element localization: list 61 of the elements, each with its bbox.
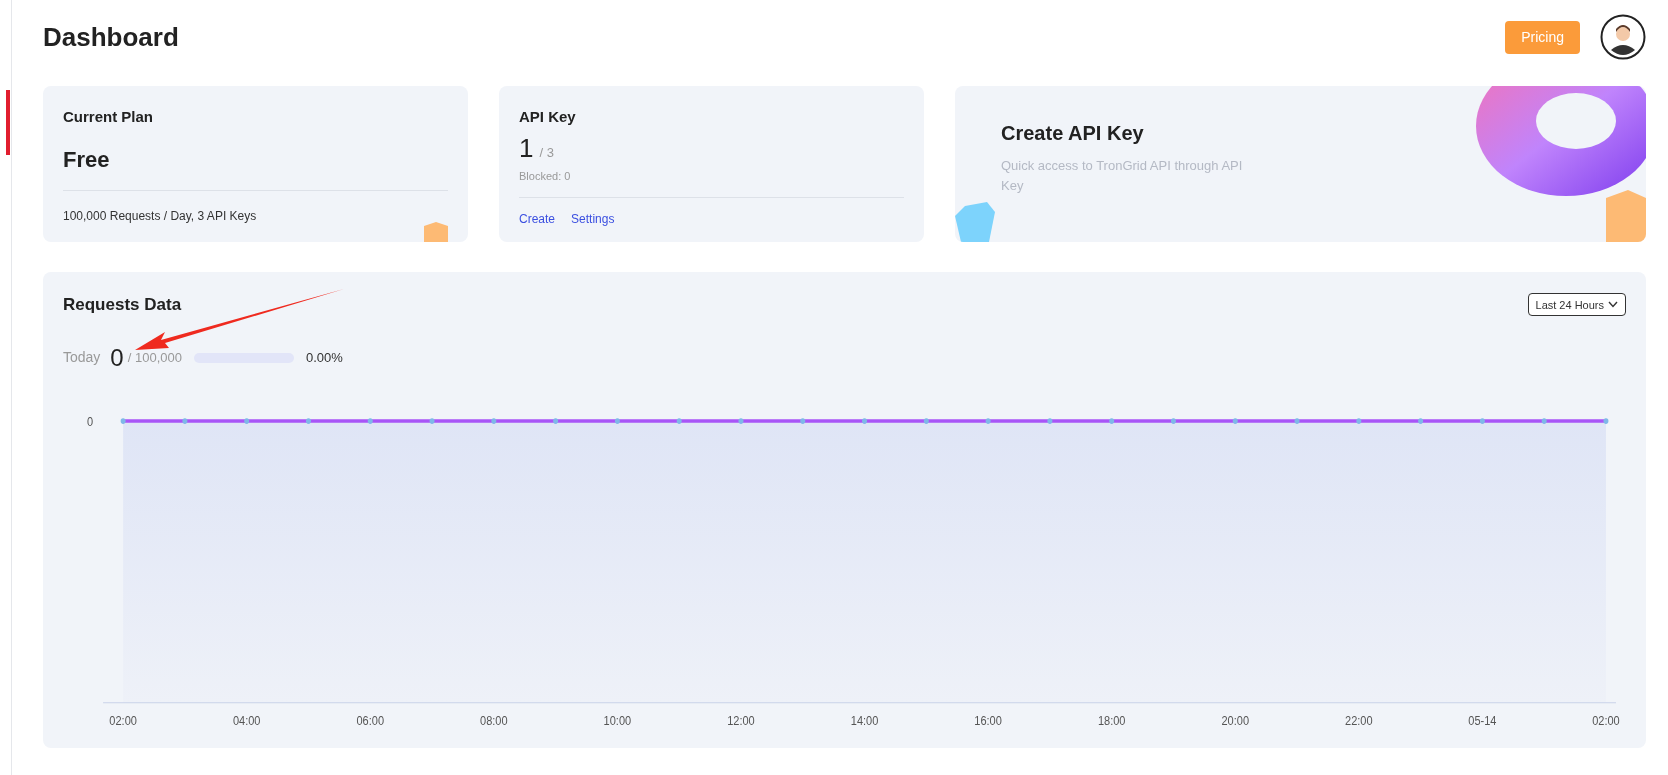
data-point [800, 417, 806, 424]
data-point [491, 417, 497, 424]
cube-drawing [955, 202, 995, 242]
x-axis-label: 16:00 [974, 713, 1002, 727]
data-point [985, 417, 991, 424]
x-axis-label: 14:00 [850, 713, 879, 727]
x-axis-label: 02:00 [1592, 713, 1620, 727]
chevron-down-icon [1608, 301, 1618, 309]
card-title: API Key [519, 107, 577, 127]
data-point [1047, 417, 1053, 424]
card-title: Current Plan [63, 107, 154, 127]
data-point [1356, 417, 1362, 424]
x-axis-label: 22:00 [1345, 713, 1373, 727]
data-point [1232, 417, 1238, 424]
data-point [1109, 417, 1115, 424]
data-point [429, 417, 435, 424]
daily-limit: / 100,000 [127, 348, 182, 367]
usage-percent: 0.00% [305, 348, 343, 367]
data-point [1170, 417, 1176, 424]
data-point [305, 417, 311, 424]
data-point [244, 417, 250, 424]
plan-name: Free [63, 145, 111, 174]
data-point [862, 417, 868, 424]
data-point [1603, 417, 1609, 424]
page-title: Dashboard [43, 20, 179, 54]
today-count: 0 [110, 342, 124, 373]
data-point [553, 417, 559, 424]
blocked-count: Blocked: 0 [519, 169, 572, 184]
data-point [182, 417, 188, 424]
avatar-icon[interactable] [1600, 14, 1646, 60]
data-point [923, 417, 929, 424]
promo-title: Create API Key [1001, 121, 1145, 146]
create-key-card[interactable]: Create API Key Quick access to TronGrid API through API Key [955, 86, 1646, 242]
key-total: / 3 [539, 143, 554, 162]
x-axis-label: 06:00 [356, 713, 385, 727]
data-point [738, 417, 744, 424]
promo-description: Quick access to TronGrid API through API Key [1001, 157, 1244, 195]
data-point [367, 417, 373, 424]
card-link[interactable]: Create [519, 209, 556, 228]
today-label: Today [63, 348, 101, 367]
panel-title: Requests Data [63, 294, 182, 316]
data-point [614, 417, 620, 424]
x-axis-label: 04:00 [232, 713, 261, 727]
plan-details: 100,000 Requests / Day, 3 API Keys [63, 208, 257, 223]
range-dropdown[interactable]: Last 24 Hours [1527, 293, 1626, 317]
x-axis-label: 18:00 [1097, 713, 1126, 727]
data-point [1294, 417, 1300, 424]
data-point [1541, 417, 1547, 424]
data-point [120, 417, 126, 424]
x-axis-label: 12:00 [727, 713, 755, 727]
y-axis-label: 0 [86, 413, 94, 428]
x-axis-label: 05-14 [1468, 713, 1497, 727]
data-point [676, 417, 682, 424]
key-count: 1 [519, 134, 534, 161]
data-point [1418, 417, 1424, 424]
x-axis-label: 02:00 [109, 713, 137, 727]
x-axis-label: 08:00 [480, 713, 508, 727]
x-axis-label: 20:00 [1221, 713, 1250, 727]
data-point [1479, 417, 1485, 424]
card-link[interactable]: Settings [571, 209, 615, 228]
x-axis-label: 10:00 [603, 713, 632, 727]
